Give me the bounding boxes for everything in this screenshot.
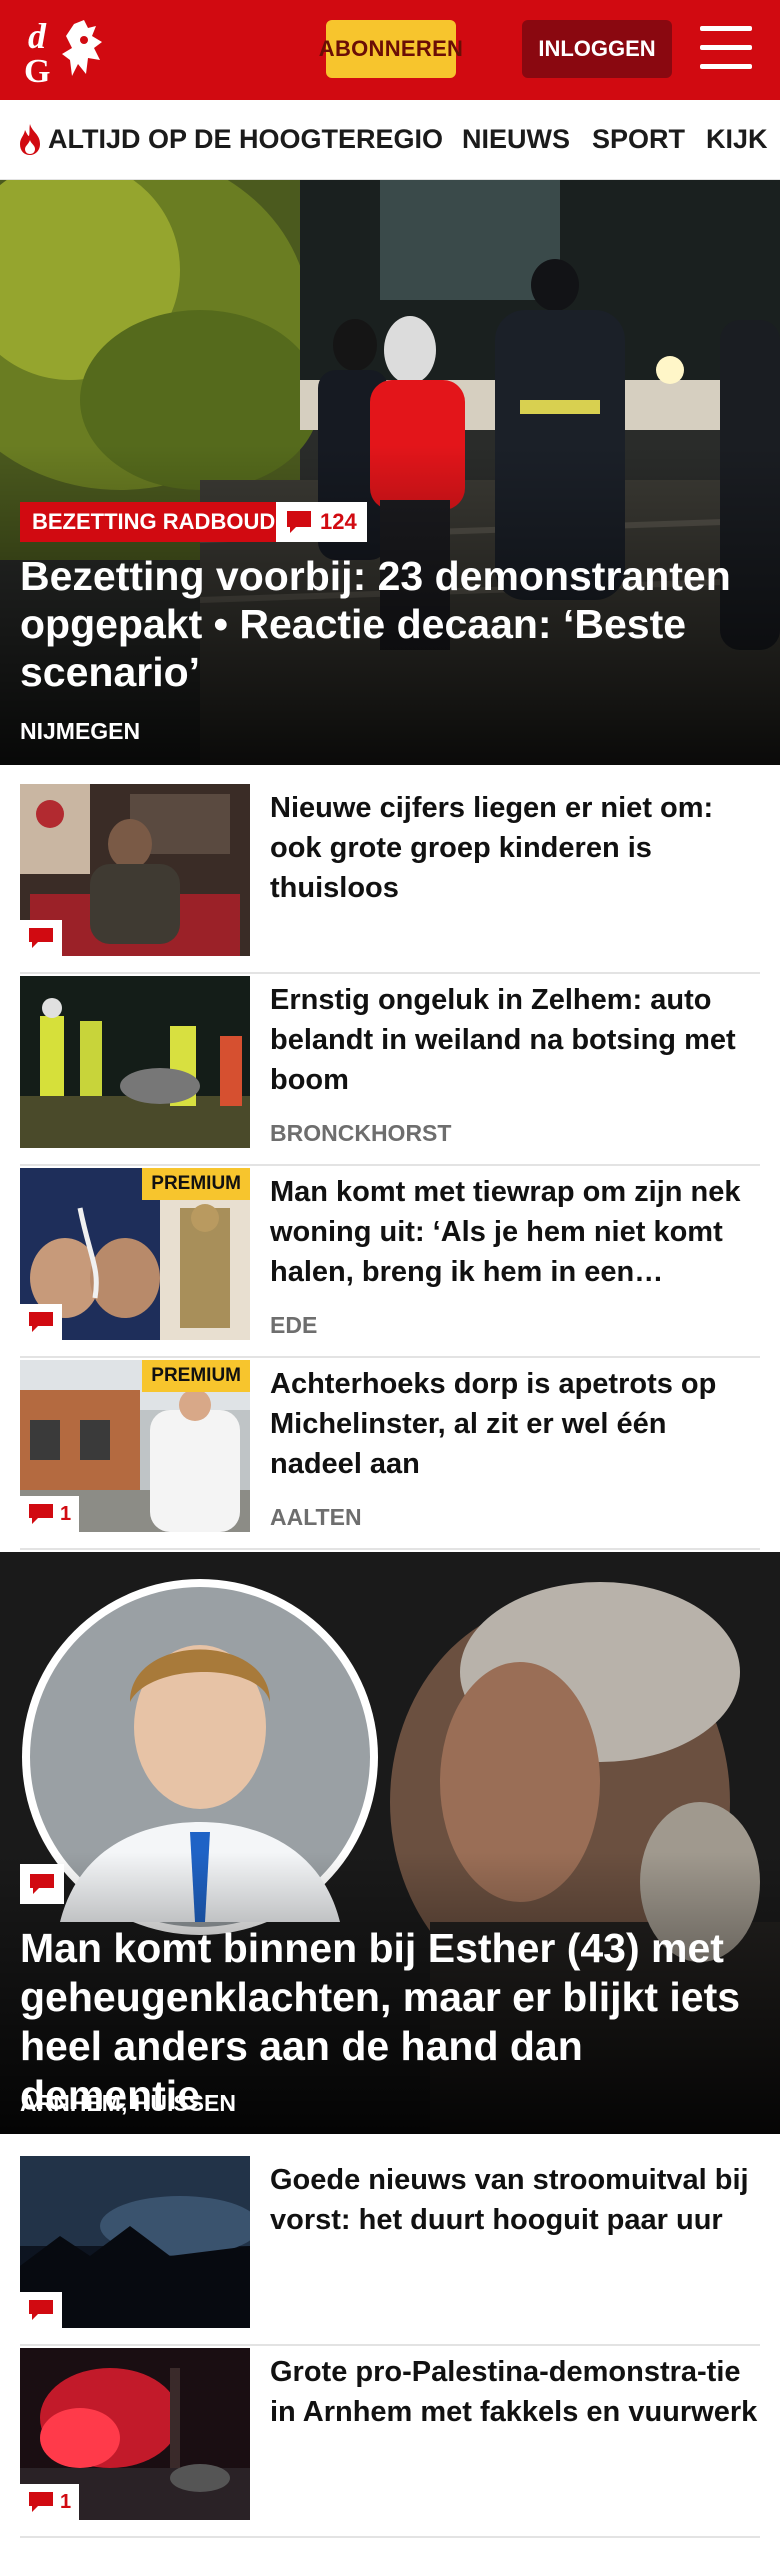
article-thumbnail: 1 [20, 2348, 250, 2520]
comment-count-badge [20, 2292, 62, 2328]
comment-icon [29, 1312, 53, 1332]
comment-icon [29, 928, 53, 948]
comment-count: 124 [320, 509, 357, 534]
nav-item-altijd-op-de-hoogte[interactable]: ALTIJD OP DE HOOGTE [16, 100, 356, 178]
dg-logo-icon[interactable]: d G [22, 14, 118, 86]
top-bar: d G ABONNEREN INLOGGEN [0, 0, 780, 100]
nav-item-nieuws[interactable]: NIEUWS [462, 100, 570, 178]
article-thumbnail: PREMIUM [20, 1168, 250, 1340]
comment-count-badge [20, 1304, 62, 1340]
comment-count: 1 [60, 1502, 72, 1525]
section-nav: ALTIJD OP DE HOOGTE REGIO NIEUWS SPORT K… [0, 100, 780, 180]
article-thumbnail: PREMIUM 1 [20, 1360, 250, 1532]
list-item[interactable]: Ernstig ongeluk in Zelhem: auto belandt … [20, 976, 760, 1166]
article-title[interactable]: Man komt met tiewrap om zijn nek woning … [270, 1172, 760, 1292]
list-item[interactable]: PREMIUM 1 Achterhoeks dorp is apetrots o… [20, 1360, 760, 1550]
nav-item-kijk[interactable]: KIJK [706, 100, 768, 178]
list-item[interactable]: Nieuwe cijfers liegen er niet om: ook gr… [20, 784, 760, 974]
article-title[interactable]: Ernstig ongeluk in Zelhem: auto belandt … [270, 980, 760, 1100]
hero-title[interactable]: Bezetting voorbij: 23 demonstranten opge… [20, 552, 760, 696]
login-button[interactable]: INLOGGEN [522, 20, 672, 78]
comment-icon [29, 2492, 53, 2512]
comment-icon [30, 1874, 54, 1894]
list-item[interactable]: 1 Grote pro-Palestina-demonstra-tie in A… [20, 2348, 760, 2538]
nav-item-sport[interactable]: SPORT [592, 100, 685, 178]
nav-label: REGIO [356, 123, 444, 154]
nav-label: ALTIJD OP DE HOOGTE [48, 123, 357, 154]
svg-text:d: d [28, 16, 47, 56]
feature-comment-badge [20, 1864, 64, 1904]
hero-location: NIJMEGEN [20, 718, 141, 744]
article-thumbnail [20, 2156, 250, 2328]
article-title[interactable]: Achterhoeks dorp is apetrots op Michelin… [270, 1364, 760, 1484]
subscribe-button[interactable]: ABONNEREN [319, 20, 463, 78]
nav-item-regio[interactable]: REGIO [356, 100, 443, 178]
article-location: EDE [270, 1312, 318, 1338]
comment-count-badge: 1 [20, 1496, 80, 1532]
svg-text:G: G [24, 53, 50, 86]
nav-label: NIEUWS [462, 123, 570, 154]
feature-article[interactable]: Man komt binnen bij Esther (43) met gehe… [0, 1552, 780, 2134]
list-item[interactable]: PREMIUM Man komt met tiewrap om zijn nek… [20, 1168, 760, 1358]
article-title[interactable]: Grote pro-Palestina-demonstra-tie in Arn… [270, 2352, 760, 2432]
nav-label: KIJK [706, 123, 768, 154]
comment-icon [29, 2300, 53, 2320]
comment-count-badge: 1 [20, 2484, 80, 2520]
comment-icon [29, 1504, 53, 1524]
premium-badge: PREMIUM [142, 1360, 250, 1392]
article-title[interactable]: Nieuwe cijfers liegen er niet om: ook gr… [270, 788, 760, 908]
feature-location: ARNHEM, HUISSEN [20, 2090, 236, 2116]
nav-label: SPORT [592, 123, 686, 154]
article-thumbnail [20, 976, 250, 1148]
list-item[interactable]: Goede nieuws van stroomuitval bij vorst:… [20, 2156, 760, 2346]
hero-article[interactable]: BEZETTING RADBOUD 124 Bezetting voorbij:… [0, 180, 780, 765]
hero-comment-count[interactable]: 124 [276, 502, 367, 542]
article-thumbnail [20, 784, 250, 956]
hero-tag[interactable]: BEZETTING RADBOUD [20, 502, 288, 542]
article-location: BRONCKHORST [270, 1120, 452, 1146]
comment-icon [287, 511, 311, 533]
article-title[interactable]: Goede nieuws van stroomuitval bij vorst:… [270, 2160, 760, 2240]
article-location: AALTEN [270, 1504, 362, 1530]
hamburger-menu-icon[interactable] [700, 24, 752, 74]
comment-count: 1 [60, 2490, 72, 2513]
premium-badge: PREMIUM [142, 1168, 250, 1200]
flame-icon [20, 124, 40, 155]
comment-count-badge [20, 920, 62, 956]
